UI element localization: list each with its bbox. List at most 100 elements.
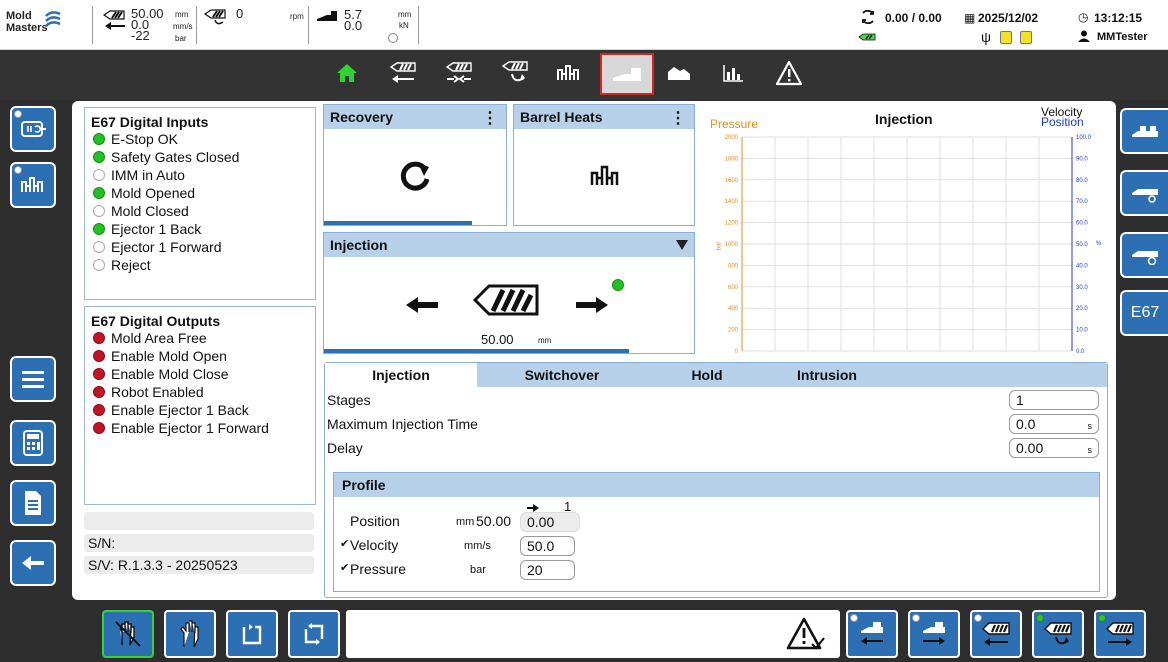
injection-back-button[interactable] — [970, 610, 1022, 658]
logo-text-line2: Masters — [6, 22, 48, 34]
side-button-e67-io[interactable] — [10, 106, 56, 152]
nozzle-retract-button[interactable] — [846, 610, 898, 658]
recovery-card[interactable]: Recovery ⋮ — [323, 104, 507, 226]
date-value: 2025/12/02 — [978, 11, 1039, 25]
side-button-e67[interactable]: E67 — [1120, 290, 1168, 336]
chart-right-tick: 70.0 — [1076, 199, 1088, 205]
param-unit: s — [1087, 421, 1093, 431]
injection-unit-icon — [102, 10, 125, 20]
heater-icon — [590, 165, 619, 185]
status-led-icon — [93, 241, 105, 253]
position-stage1-input[interactable]: 0.00 — [520, 512, 580, 532]
injection-forward-button[interactable] — [1094, 610, 1146, 658]
nav-statistics[interactable] — [714, 55, 752, 91]
io-label: E-Stop OK — [111, 131, 178, 147]
recovery-title: Recovery — [330, 109, 394, 125]
warning-icon — [775, 60, 803, 86]
injection-forward-icon — [1105, 622, 1134, 646]
velocity-mark-icon: ✔ — [340, 538, 350, 550]
kebab-menu-icon[interactable]: ⋮ — [482, 108, 498, 128]
tab-hold[interactable]: Hold — [647, 363, 767, 387]
heater-icon — [21, 177, 43, 192]
digital-outputs-panel: E67 Digital Outputs Mold Area Free Enable… — [84, 306, 316, 505]
param-input[interactable]: 1 — [1009, 390, 1099, 410]
io-row: E-Stop OK — [85, 130, 315, 148]
chart-right-tick: 40.0 — [1076, 263, 1088, 269]
digital-inputs-panel: E67 Digital Inputs E-Stop OK Safety Gates… — [84, 107, 316, 300]
nav-injection-retract[interactable] — [384, 55, 422, 91]
param-input[interactable]: 0.0 s — [1009, 414, 1099, 434]
nav-profile-graph[interactable] — [660, 55, 698, 91]
io-label: Ejector 1 Forward — [111, 239, 222, 255]
io-row: Ejector 1 Back — [85, 220, 315, 238]
barrel-heats-card[interactable]: Barrel Heats ⋮ — [513, 104, 695, 226]
side-button-menu[interactable] — [10, 356, 56, 402]
nozzle-forward-button[interactable] — [908, 610, 960, 658]
io-label: Reject — [111, 257, 151, 273]
status-led-icon — [93, 151, 105, 163]
status-led-icon — [93, 223, 105, 235]
nav-home[interactable] — [328, 55, 366, 91]
nav-screw-recovery[interactable] — [496, 55, 534, 91]
io-label: Mold Closed — [111, 203, 189, 219]
status-dot — [850, 614, 858, 622]
username[interactable]: MMTester — [1097, 31, 1148, 43]
alarm-message-area[interactable] — [346, 610, 840, 658]
tab-intrusion[interactable]: Intrusion — [767, 363, 887, 387]
io-label: Enable Mold Close — [111, 366, 229, 382]
param-unit: s — [1087, 445, 1093, 455]
io-row: Mold Opened — [85, 184, 315, 202]
status-led-icon — [93, 386, 105, 398]
injection-position-value: 50.00 — [481, 332, 514, 347]
side-button-calculator[interactable] — [10, 420, 56, 466]
injection-card[interactable]: Injection 50.00 mm — [323, 232, 695, 354]
pressure-unit: bar — [470, 564, 486, 576]
io-row: Enable Ejector 1 Forward — [85, 419, 315, 437]
hand-button[interactable] — [164, 610, 216, 658]
single-cycle-button[interactable] — [226, 610, 278, 658]
status-dot — [14, 166, 22, 174]
manual-mode-button[interactable] — [102, 610, 154, 658]
side-button-nozzle-timer[interactable] — [1120, 232, 1168, 278]
pressure-stage1-input[interactable]: 20 — [520, 560, 575, 580]
side-button-heats[interactable] — [10, 162, 56, 208]
home-icon — [337, 64, 357, 82]
logo-wave-icon — [45, 11, 61, 27]
param-value: 0.00 — [1016, 440, 1044, 456]
caret-down-icon[interactable] — [676, 240, 688, 250]
tab-injection[interactable]: Injection — [325, 363, 477, 387]
company-logo: Mold Masters — [6, 10, 86, 40]
module-nav — [0, 50, 1168, 100]
status-dot — [912, 614, 920, 622]
side-button-nozzle-1[interactable] — [1120, 108, 1168, 154]
settings-tabs: Injection Switchover Hold Intrusion — [325, 363, 1107, 387]
velocity-stage1-input[interactable]: 50.0 — [520, 536, 575, 556]
recovery-progress — [324, 221, 472, 225]
screw-recovery-button[interactable] — [1032, 610, 1084, 658]
speed-arrow-icon — [105, 22, 125, 30]
nav-barrel-heats[interactable] — [550, 55, 588, 91]
status-dot — [14, 110, 22, 118]
auto-cycle-button[interactable] — [288, 610, 340, 658]
tab-switchover[interactable]: Switchover — [477, 363, 647, 387]
param-input[interactable]: 0.00 s — [1009, 438, 1099, 458]
chart-left-tick: 1600 — [725, 178, 739, 184]
area-chart-icon — [668, 67, 690, 80]
side-button-nozzle-settings[interactable] — [1120, 170, 1168, 216]
nav-alarms[interactable] — [770, 55, 808, 91]
param-row: Maximum Injection Time 0.0 s — [327, 413, 1103, 435]
clock-icon: ◷ — [1078, 10, 1089, 24]
digital-outputs-title: E67 Digital Outputs — [91, 313, 221, 329]
chart-left-tick: 1200 — [725, 221, 739, 227]
unit-mms: mm/s — [173, 22, 193, 31]
nav-nozzle[interactable] — [600, 53, 654, 95]
kebab-menu-icon[interactable]: ⋮ — [670, 108, 686, 128]
nav-injection-hold[interactable] — [440, 55, 478, 91]
arrow-left-icon — [22, 556, 44, 570]
chart-right-tick: 100.0 — [1076, 135, 1092, 141]
status-led-icon — [93, 205, 105, 217]
io-row: Reject — [85, 256, 315, 274]
status-led-icon — [93, 133, 105, 145]
side-button-document[interactable] — [10, 480, 56, 526]
side-button-back[interactable] — [10, 540, 56, 586]
